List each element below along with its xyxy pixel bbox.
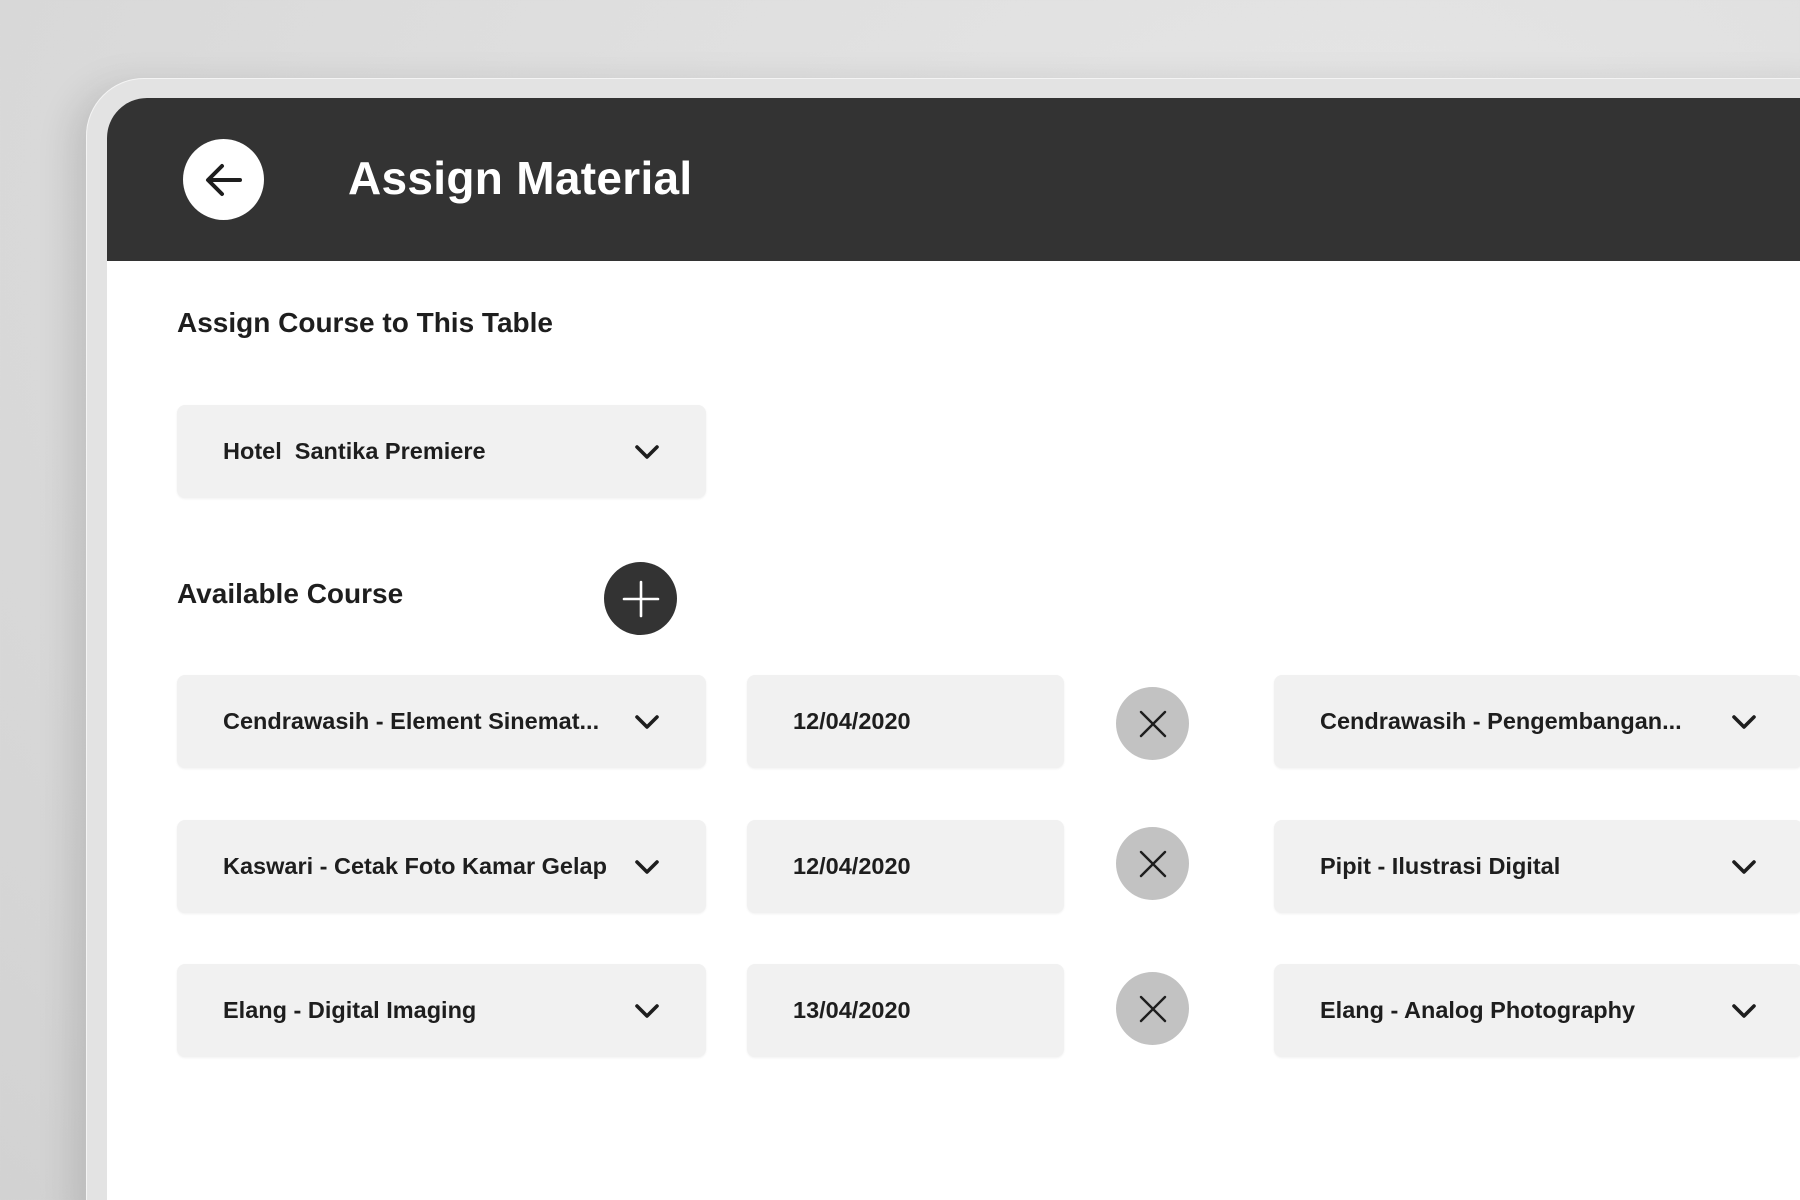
app-header: Assign Material [107, 98, 1800, 261]
course-select[interactable]: Cendrawasih - Element Sinemat... [177, 675, 706, 768]
add-course-button[interactable] [604, 562, 677, 635]
date-value: 12/04/2020 [793, 708, 911, 734]
table-select-value: Hotel Santika Premiere [223, 438, 486, 464]
course-select-value: Cendrawasih - Element Sinemat... [223, 708, 600, 734]
chevron-down-icon [1731, 859, 1757, 875]
second-course-select[interactable]: Pipit - Ilustrasi Digital [1274, 820, 1800, 913]
chevron-down-icon [1731, 1003, 1757, 1019]
close-icon [1138, 849, 1168, 879]
plus-icon [621, 579, 661, 619]
app-screen: Assign Material Assign Course to This Ta… [107, 98, 1800, 1200]
date-field[interactable]: 12/04/2020 [747, 675, 1064, 768]
date-value: 12/04/2020 [793, 853, 911, 879]
chevron-down-icon [1731, 714, 1757, 730]
table-select[interactable]: Hotel Santika Premiere [177, 405, 706, 498]
close-icon [1138, 709, 1168, 739]
chevron-down-icon [634, 1003, 660, 1019]
course-select-value: Kaswari - Cetak Foto Kamar Gelap [223, 853, 607, 879]
arrow-left-icon [204, 163, 244, 197]
assign-section-title: Assign Course to This Table [177, 307, 553, 338]
remove-course-button[interactable] [1116, 972, 1189, 1045]
course-select[interactable]: Kaswari - Cetak Foto Kamar Gelap [177, 820, 706, 913]
second-course-select-value: Pipit - Ilustrasi Digital [1320, 853, 1561, 879]
date-field[interactable]: 13/04/2020 [747, 964, 1064, 1057]
page-title: Assign Material [348, 152, 693, 204]
second-course-select-value: Cendrawasih - Pengembangan... [1320, 708, 1682, 734]
course-select-value: Elang - Digital Imaging [223, 997, 477, 1023]
date-value: 13/04/2020 [793, 997, 911, 1023]
second-course-select[interactable]: Elang - Analog Photography [1274, 964, 1800, 1057]
second-course-select-value: Elang - Analog Photography [1320, 997, 1636, 1023]
remove-course-button[interactable] [1116, 827, 1189, 900]
available-section-title: Available Course [177, 578, 404, 609]
remove-course-button[interactable] [1116, 687, 1189, 760]
chevron-down-icon [634, 859, 660, 875]
back-button[interactable] [183, 139, 264, 220]
close-icon [1138, 994, 1168, 1024]
chevron-down-icon [634, 444, 660, 460]
date-field[interactable]: 12/04/2020 [747, 820, 1064, 913]
second-course-select[interactable]: Cendrawasih - Pengembangan... [1274, 675, 1800, 768]
course-select[interactable]: Elang - Digital Imaging [177, 964, 706, 1057]
chevron-down-icon [634, 714, 660, 730]
